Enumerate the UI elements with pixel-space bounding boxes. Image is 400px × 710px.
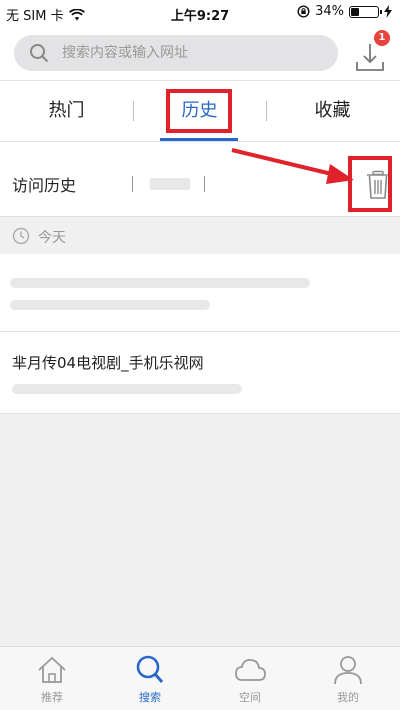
nav-search-label: 搜索 — [139, 691, 161, 704]
history-item-title: 芈月传04电视剧_手机乐视网 — [12, 354, 204, 372]
bottom-nav: 推荐 搜索 空间 我的 — [0, 646, 400, 710]
obscured-content — [12, 384, 242, 394]
download-badge: 1 — [374, 30, 390, 46]
obscured-content — [10, 300, 210, 310]
nav-space[interactable]: 空间 — [200, 651, 300, 707]
header-divider — [132, 176, 133, 192]
nav-mine[interactable]: 我的 — [298, 651, 398, 707]
download-button[interactable]: 1 — [352, 30, 390, 74]
nav-search[interactable]: 搜索 — [100, 651, 200, 707]
nav-recommend[interactable]: 推荐 — [2, 651, 102, 707]
nav-recommend-label: 推荐 — [41, 691, 63, 704]
rotation-lock-icon — [297, 5, 310, 18]
status-bar: 无 SIM 卡 上午9:27 34% — [0, 0, 400, 26]
search-input[interactable] — [60, 44, 314, 62]
tab-popular[interactable]: 热门 — [0, 81, 133, 141]
nav-space-label: 空间 — [239, 691, 261, 704]
clock-icon — [12, 227, 30, 245]
history-item[interactable] — [0, 254, 400, 332]
battery-percent: 34% — [315, 4, 344, 19]
annotation-arrow — [231, 148, 354, 184]
cloud-icon — [235, 659, 266, 681]
obscured-content — [150, 178, 190, 190]
battery-icon — [349, 5, 382, 18]
home-icon — [38, 656, 66, 683]
history-header-title: 访问历史 — [12, 176, 77, 195]
header-divider — [204, 176, 205, 192]
search-box[interactable] — [14, 35, 338, 71]
tab-favorites[interactable]: 收藏 — [266, 81, 399, 141]
search-icon — [30, 44, 49, 63]
annotation-highlight-trash — [348, 156, 392, 212]
search-icon — [136, 655, 164, 683]
charging-icon — [384, 5, 392, 18]
obscured-content — [10, 278, 310, 288]
date-group-label: 今天 — [38, 230, 66, 246]
person-icon — [334, 656, 362, 685]
date-group-header: 今天 — [0, 216, 400, 254]
tab-selected-indicator — [160, 138, 238, 141]
annotation-highlight-history-tab — [166, 89, 232, 133]
history-item[interactable]: 芈月传04电视剧_手机乐视网 — [0, 332, 400, 414]
nav-mine-label: 我的 — [337, 691, 359, 704]
search-row: 1 — [0, 26, 400, 80]
